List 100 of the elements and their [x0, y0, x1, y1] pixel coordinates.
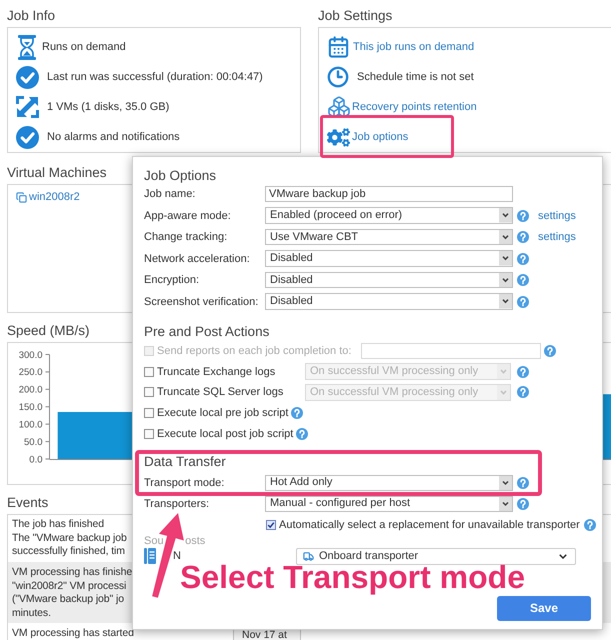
checkbox[interactable]: [144, 408, 154, 418]
panel-title: Events: [7, 494, 48, 511]
dropdown[interactable]: Disabled: [265, 293, 513, 310]
caret-icon: [499, 294, 512, 309]
panel-title: Job Settings: [318, 8, 392, 24]
callout-text: Select Transport mode: [180, 565, 525, 596]
checkbox-label: Send reports on each job completion to:: [157, 344, 352, 358]
tick-label: 250.0: [18, 366, 42, 378]
caret-icon: [499, 476, 512, 490]
settings-link[interactable]: settings: [538, 208, 576, 223]
checkbox[interactable]: [144, 387, 154, 398]
checkbox[interactable]: [144, 366, 154, 377]
event-text: The "VMware backup job: [12, 532, 127, 546]
settings-link[interactable]: settings: [538, 230, 576, 244]
vm-link[interactable]: win2008r2: [29, 190, 80, 204]
help-icon[interactable]: [516, 386, 529, 398]
dropdown[interactable]: Enabled (proceed on error): [265, 207, 513, 224]
dropdown[interactable]: Hot Add only: [265, 474, 513, 491]
caret-icon: [499, 230, 512, 244]
section-title: Sou: [144, 534, 164, 548]
status-text: No alarms and notifications: [47, 130, 180, 144]
field-label: Transporters:: [144, 496, 210, 511]
status-text: Schedule time is not set: [357, 70, 474, 84]
event-text: ("VMware backup job" jo: [12, 593, 124, 607]
checkbox-label: Execute local pre job script: [157, 406, 288, 420]
caret-icon: [499, 251, 512, 266]
document-list-icon: [144, 548, 156, 564]
tick-label: 0.0: [29, 454, 42, 465]
dropdown[interactable]: Disabled: [265, 272, 513, 288]
status-text: Runs on demand: [42, 40, 126, 54]
hourglass-icon: [18, 34, 36, 60]
help-icon[interactable]: [517, 231, 529, 244]
dropdown[interactable]: Disabled: [265, 250, 513, 267]
event-date: Nov 17 at: [233, 629, 301, 640]
check-circle-icon: [16, 126, 39, 148]
event-text: VM processing has started: [12, 626, 134, 640]
section-title: Pre and Post Actions: [144, 324, 270, 340]
input-field[interactable]: VMware backup job: [265, 186, 513, 202]
section-title: osts: [185, 534, 206, 548]
event-text: "win2008r2" VM processi: [12, 580, 126, 594]
settings-link[interactable]: This job runs on demand: [353, 40, 474, 54]
gears-icon: [327, 126, 350, 148]
host-name: N: [173, 549, 181, 564]
field-label: App-aware mode:: [144, 208, 232, 223]
checkbox[interactable]: [144, 429, 154, 440]
tick-label: 300.0: [18, 349, 42, 360]
caret-icon: [497, 384, 510, 400]
check-circle-icon: [16, 66, 39, 88]
panel-title: Speed (MB/s): [7, 322, 90, 339]
settings-link[interactable]: Job options: [352, 130, 408, 144]
dropdown[interactable]: Use VMware CBT: [265, 228, 513, 246]
field-label: Change tracking:: [144, 230, 228, 244]
field-label: Network acceleration:: [144, 252, 251, 266]
help-icon[interactable]: [584, 518, 596, 531]
section-title: Data Transfer: [144, 454, 226, 470]
dropdown[interactable]: Onboard transporter: [296, 548, 576, 565]
status-text: Last run was successful (duration: 00:04:47): [47, 70, 263, 84]
field-label: Job name:: [144, 187, 196, 202]
input-field[interactable]: [360, 343, 541, 359]
checkbox-label: Automatically select a replacement for unavailable transporter: [279, 518, 580, 532]
field-label: Screenshot verification:: [144, 294, 260, 309]
help-icon[interactable]: [517, 252, 529, 265]
checkbox[interactable]: [266, 520, 276, 530]
checkbox-label: Truncate SQL Server logs: [157, 385, 284, 400]
help-icon[interactable]: [517, 476, 529, 489]
settings-link[interactable]: Recovery points retention: [352, 100, 477, 114]
truck-icon: [303, 550, 314, 562]
event-text: VM processing has finishe: [12, 566, 132, 580]
calendar-icon: [327, 35, 350, 59]
panel-title: Virtual Machines: [7, 164, 107, 180]
help-icon[interactable]: [517, 498, 529, 510]
help-icon[interactable]: [517, 274, 529, 286]
checkbox-label: Execute local post job script: [157, 427, 294, 442]
section-title: Job Options: [144, 168, 216, 184]
tick-label: 100.0: [18, 418, 42, 430]
save-button[interactable]: Save: [497, 596, 591, 621]
tick-label: 150.0: [18, 402, 42, 413]
chevron-down-icon: [559, 554, 567, 559]
panel-title: Job Info: [7, 8, 56, 24]
help-icon[interactable]: [517, 210, 529, 222]
help-icon[interactable]: [296, 428, 308, 440]
tick-label: 50.0: [24, 436, 42, 448]
dropdown[interactable]: Manual - configured per host: [265, 496, 513, 512]
caret-icon: [499, 272, 512, 288]
help-icon[interactable]: [516, 366, 529, 378]
tick-label: 200.0: [18, 384, 42, 396]
status-text: 1 VMs (1 disks, 35.0 GB): [47, 100, 170, 114]
event-text: successfully finished, tim: [12, 545, 125, 559]
caret-icon: [497, 364, 510, 380]
help-icon[interactable]: [291, 407, 304, 420]
help-icon[interactable]: [517, 296, 529, 308]
expand-arrows-icon: [16, 96, 39, 118]
caret-icon: [499, 496, 512, 511]
field-label: Transport mode:: [144, 476, 226, 490]
overlapping-squares-icon: [16, 192, 27, 202]
clock-icon: [327, 66, 349, 88]
event-text: The job has finished: [12, 518, 104, 532]
checkbox-label: Truncate Exchange logs: [157, 364, 276, 379]
field-label: Encryption:: [144, 273, 200, 288]
event-text: minutes.: [12, 606, 51, 620]
